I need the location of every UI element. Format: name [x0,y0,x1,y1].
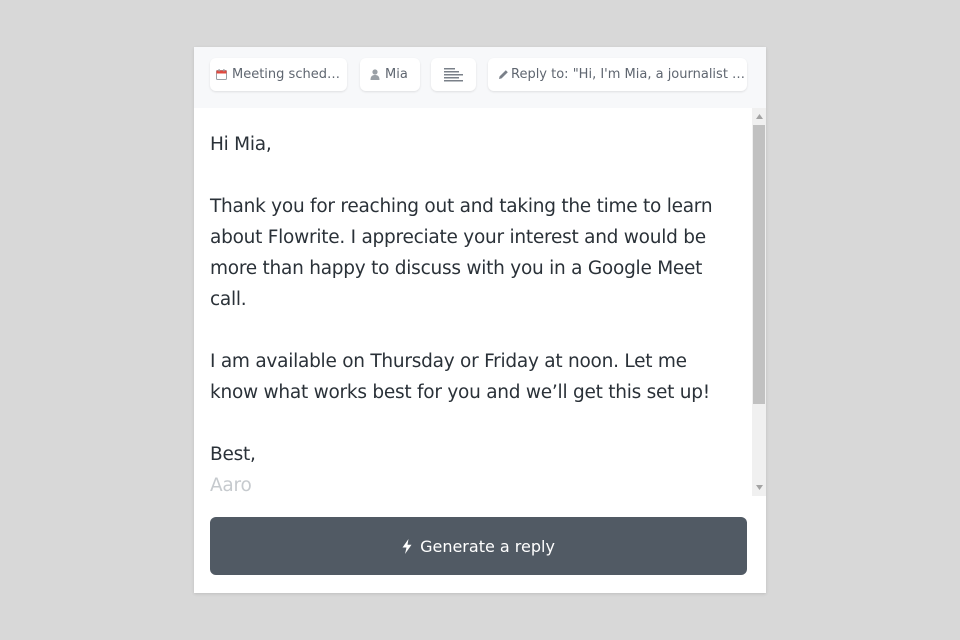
email-signoff: Best, [210,444,256,465]
scrollbar[interactable] [752,108,766,496]
text-length-chip[interactable] [431,58,476,91]
pencil-icon [498,69,509,80]
lightning-icon [402,538,412,554]
contact-label: Mia [385,67,408,82]
generate-reply-label: Generate a reply [420,536,555,556]
email-signature: Aaro [210,475,252,496]
meeting-scheduler-label: Meeting scheduler [232,67,347,82]
email-paragraph: Thank you for reaching out and taking th… [210,196,713,310]
meeting-scheduler-chip[interactable]: Meeting scheduler [210,58,347,91]
toolbar: Meeting scheduler Mia Reply to: "Hi, I'm… [194,47,766,108]
scroll-thumb[interactable] [753,125,765,404]
reply-to-label: Reply to: "Hi, I'm Mia, a journalist fro… [511,67,747,82]
reply-to-chip[interactable]: Reply to: "Hi, I'm Mia, a journalist fro… [488,58,747,91]
person-icon [370,69,380,80]
scroll-down-arrow[interactable] [752,479,766,496]
contact-chip[interactable]: Mia [360,58,420,91]
email-draft[interactable]: Hi Mia, Thank you for reaching out and t… [194,108,766,498]
text-length-icon [444,67,463,82]
generate-reply-button[interactable]: Generate a reply [210,517,747,575]
email-paragraph: I am available on Thursday or Friday at … [210,351,710,403]
flowrite-panel: Meeting scheduler Mia Reply to: "Hi, I'm… [194,47,766,593]
scroll-up-arrow[interactable] [752,108,766,125]
calendar-icon [216,69,227,80]
email-greeting: Hi Mia, [210,134,272,155]
email-text: Hi Mia, Thank you for reaching out and t… [210,129,730,498]
